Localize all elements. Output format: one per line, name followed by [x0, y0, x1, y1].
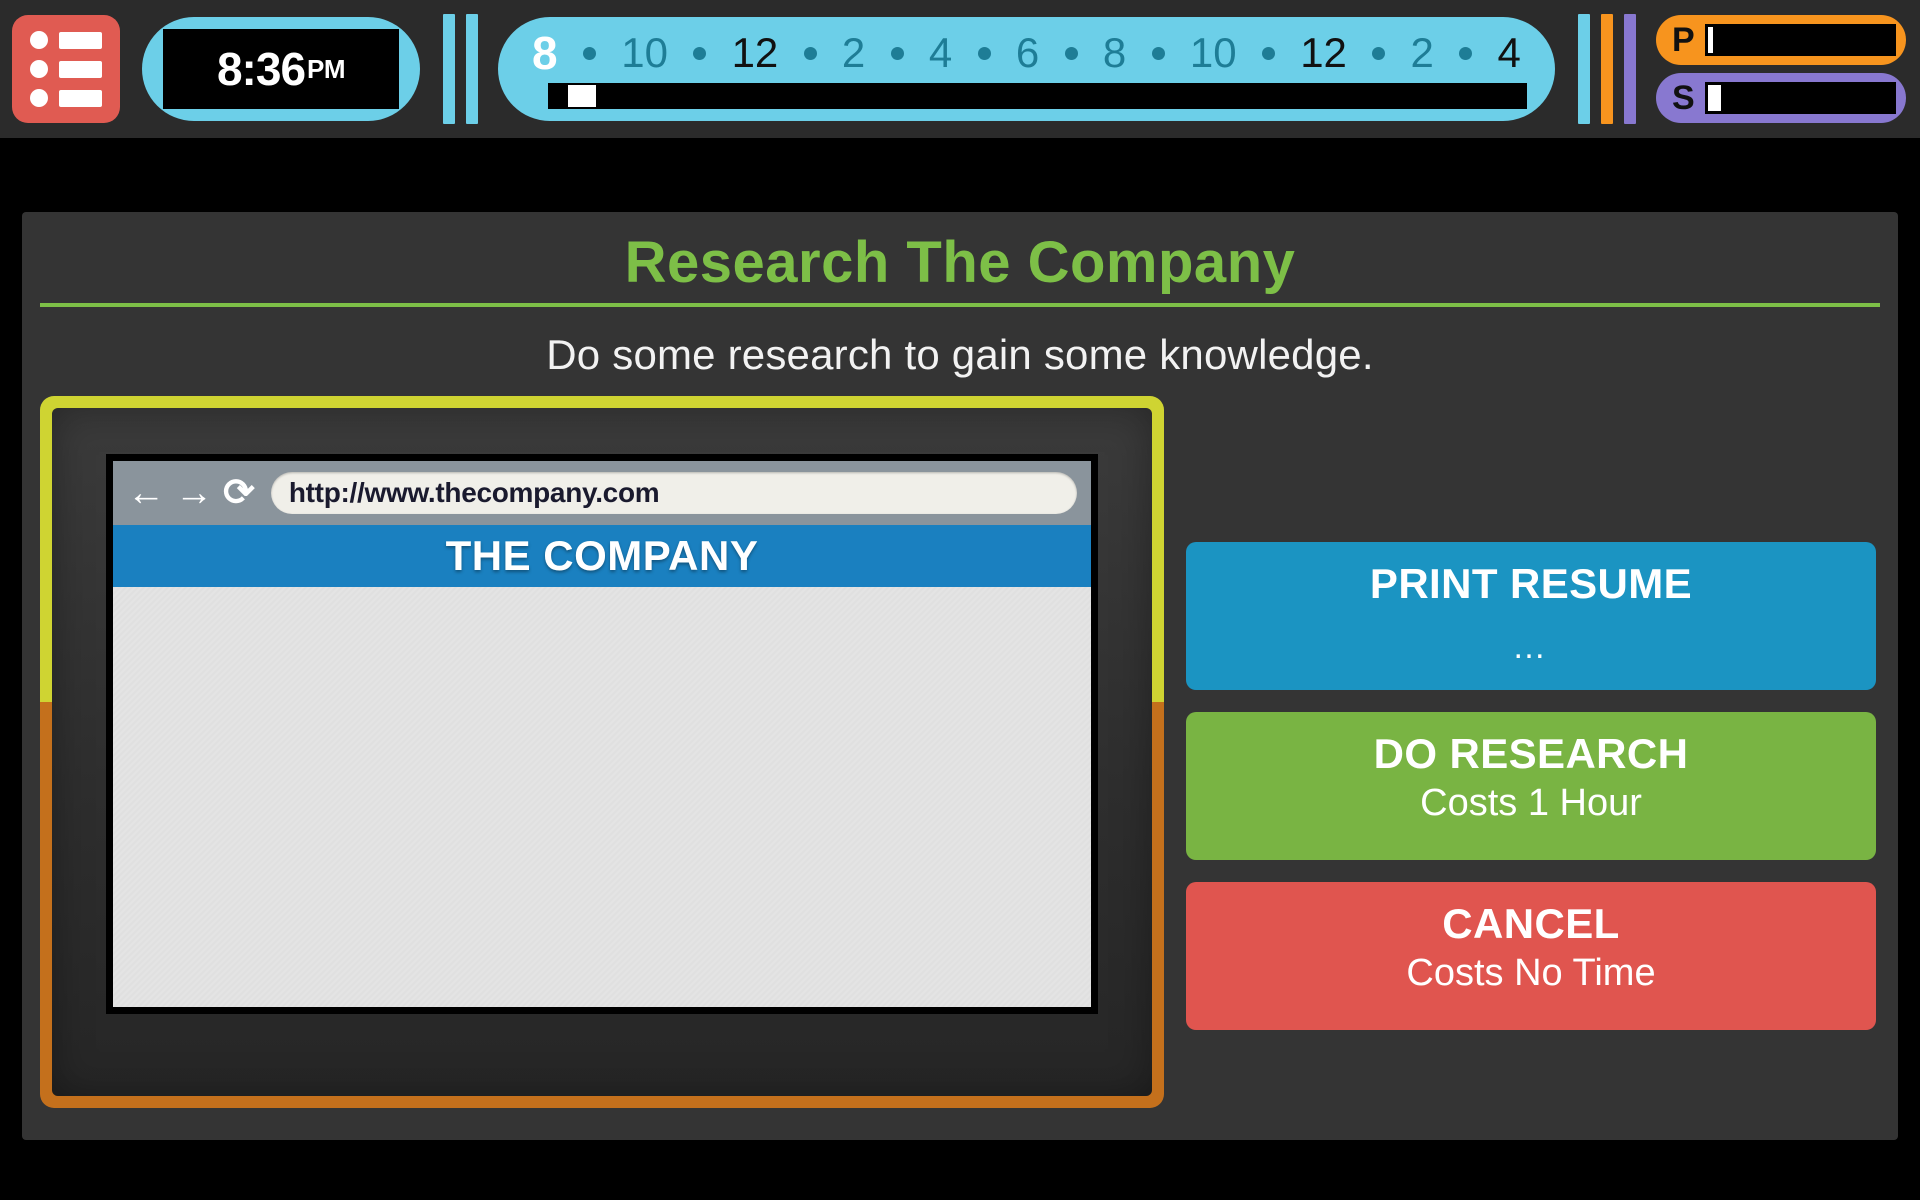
menu-button[interactable] [12, 15, 120, 123]
do-research-button-label: DO RESEARCH [1373, 730, 1689, 777]
stress-stat[interactable]: S [1656, 73, 1906, 123]
top-status-bar: 8:36 PM 8 10 12 2 4 6 8 10 12 2 4 PS [0, 0, 1920, 138]
list-line-icon [59, 89, 102, 107]
address-bar-url: http://www.thecompany.com [288, 477, 660, 508]
divider-bar [466, 14, 478, 124]
list-line-icon [59, 60, 102, 78]
timeline-hour-12: 12 [1300, 29, 1347, 76]
website-banner: THE COMPANY [113, 525, 1091, 587]
clock-time: 8:36 [216, 43, 306, 95]
clock-meridiem: PM [307, 53, 346, 84]
list-bullet-icon [30, 60, 48, 78]
clock-display: 8:36 PM [163, 29, 399, 109]
cancel-button-label: CANCEL [1442, 900, 1620, 947]
list-bullet-icon [30, 89, 48, 107]
timeline-hour-2: 2 [841, 29, 866, 76]
timeline-hour-6: 6 [1015, 29, 1040, 76]
stress-stat-fill [1707, 85, 1722, 111]
stats-group: PS [1656, 15, 1906, 123]
timeline-progress-marker [567, 85, 596, 107]
monitor-screen: ← → ⟳ http://www.thecompany.com THE COMP… [113, 461, 1091, 1007]
timeline-tick-dot [977, 46, 991, 60]
timeline-tick-dot [1151, 46, 1165, 60]
page-title: Research The Company [624, 230, 1296, 295]
timeline-hour-10: 10 [621, 29, 668, 76]
divider-bar [1601, 14, 1613, 124]
timeline-tick-dot [803, 46, 817, 60]
computer-monitor: ← → ⟳ http://www.thecompany.com THE COMP… [40, 396, 1164, 1108]
forward-arrow-icon[interactable]: → [175, 474, 213, 512]
reload-icon[interactable]: ⟳ [223, 474, 255, 512]
page-subtitle: Do some research to gain some knowledge. [546, 330, 1374, 378]
website-content-area [113, 587, 1091, 1007]
divider-bar [1578, 14, 1590, 124]
stress-stat-label: S [1672, 79, 1695, 117]
timeline-tick-dot [1459, 46, 1473, 60]
timeline-tick-dot [890, 46, 904, 60]
print-resume-button[interactable]: PRINT RESUME … [1186, 542, 1876, 690]
browser-toolbar: ← → ⟳ http://www.thecompany.com [113, 461, 1091, 525]
menu-row [30, 31, 102, 49]
do-research-button-cost: Costs 1 Hour [1420, 782, 1642, 825]
performance-stat-fill [1707, 27, 1714, 53]
timeline-track [548, 83, 1527, 109]
timeline-hour-10: 10 [1189, 29, 1237, 76]
cancel-button[interactable]: CANCEL Costs No Time [1186, 882, 1876, 1030]
day-timeline[interactable]: 8 10 12 2 4 6 8 10 12 2 4 [498, 17, 1555, 121]
timeline-hour-8: 8 [1102, 29, 1127, 76]
back-arrow-icon[interactable]: ← [127, 474, 165, 512]
clock-widget: 8:36 PM [142, 17, 420, 121]
list-line-icon [59, 31, 102, 49]
timeline-hour-4: 4 [928, 29, 953, 76]
timeline-tick-dot [693, 46, 707, 60]
timeline-hour-4: 4 [1497, 29, 1521, 76]
timeline-tick-dot [582, 46, 596, 60]
performance-stat-label: P [1672, 21, 1695, 59]
performance-stat[interactable]: P [1656, 15, 1906, 65]
timeline-hour-8: 8 [532, 27, 558, 79]
address-bar[interactable]: http://www.thecompany.com [270, 472, 1077, 514]
print-resume-button-label: PRINT RESUME [1369, 560, 1693, 607]
menu-row [30, 60, 102, 78]
website-title: THE COMPANY [445, 532, 759, 579]
monitor-body: ← → ⟳ http://www.thecompany.com THE COMP… [52, 408, 1152, 1096]
do-research-button[interactable]: DO RESEARCH Costs 1 Hour [1186, 712, 1876, 860]
cancel-button-cost: Costs No Time [1406, 952, 1656, 995]
divider-bar [1624, 14, 1636, 124]
divider-bar [443, 14, 455, 124]
performance-stat-track [1704, 24, 1896, 56]
stress-stat-track [1704, 82, 1896, 114]
timeline-tick-dot [1261, 46, 1275, 60]
event-panel: Research The Company Do some research to… [22, 212, 1898, 1140]
print-resume-button-cost: … [1512, 628, 1550, 667]
action-button-list: PRINT RESUME … DO RESEARCH Costs 1 Hour CANC… [1186, 542, 1876, 1030]
timeline-tick-dot [1064, 46, 1078, 60]
timeline-hour-12: 12 [731, 29, 779, 76]
timeline-tick-dot [1372, 46, 1386, 60]
right-divider-group [1578, 14, 1636, 124]
timeline-hour-labels: 8 10 12 2 4 6 8 10 12 2 4 [526, 17, 1527, 89]
monitor-bezel: ← → ⟳ http://www.thecompany.com THE COMP… [106, 454, 1098, 1014]
menu-row [30, 89, 102, 107]
timeline-hour-2: 2 [1410, 29, 1434, 76]
list-bullet-icon [30, 31, 48, 49]
left-divider-group [443, 14, 478, 124]
